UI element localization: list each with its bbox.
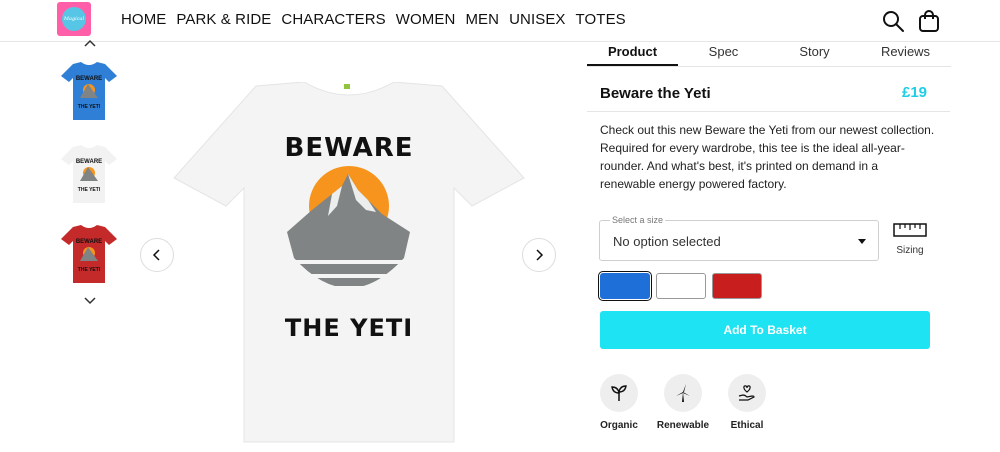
color-swatch-red[interactable] [712, 273, 762, 299]
chevron-left-icon [152, 249, 160, 261]
tab-story[interactable]: Story [769, 42, 860, 66]
badge-ethical-label: Ethical [730, 420, 764, 431]
site-header: Magical HOME PARK & RIDE CHARACTERS WOME… [0, 0, 1000, 42]
thumbs-up-chevron-icon[interactable] [83, 38, 97, 48]
badge-renewable-label: Renewable [656, 420, 710, 431]
main-nav: HOME PARK & RIDE CHARACTERS WOMEN MEN UN… [121, 11, 636, 28]
thumbs-down-chevron-icon[interactable] [83, 296, 97, 306]
divider [587, 111, 950, 112]
tab-spec[interactable]: Spec [678, 42, 769, 66]
sizing-label: Sizing [896, 245, 924, 256]
shopping-bag-icon[interactable] [917, 9, 941, 33]
svg-text:BEWARE: BEWARE [76, 159, 102, 165]
nav-item-home[interactable]: HOME [121, 11, 166, 28]
prev-image-button[interactable] [140, 238, 174, 272]
brand-logo[interactable]: Magical [57, 2, 91, 36]
caret-down-icon [858, 239, 866, 244]
ruler-icon [893, 223, 927, 237]
print-top-text: BEWARE [285, 133, 414, 163]
svg-text:THE YETI: THE YETI [78, 267, 101, 273]
svg-text:BEWARE: BEWARE [76, 76, 102, 82]
size-select[interactable]: Select a size No option selected [599, 215, 879, 261]
tab-product[interactable]: Product [587, 42, 678, 66]
svg-text:THE YETI: THE YETI [78, 187, 101, 193]
nav-item-totes[interactable]: TOTES [576, 11, 626, 28]
size-select-value: No option selected [613, 234, 721, 249]
color-swatch-white[interactable] [656, 273, 706, 299]
print-bottom-text: THE YETI [285, 314, 413, 342]
logo-text: Magical [63, 16, 85, 22]
product-price: £19 [902, 84, 928, 101]
nav-item-park-and-ride[interactable]: PARK & RIDE [176, 11, 271, 28]
size-select-label: Select a size [610, 215, 666, 225]
svg-text:THE YETI: THE YETI [78, 104, 101, 110]
badge-ethical: Ethical [717, 374, 777, 431]
svg-text:BEWARE: BEWARE [76, 239, 102, 245]
color-swatch-blue[interactable] [598, 271, 652, 301]
main-product-image: BEWARE THE YETI [173, 82, 525, 443]
sprout-icon [611, 385, 627, 401]
logo-disc: Magical [62, 7, 86, 31]
badge-renewable: Renewable [653, 374, 713, 431]
nav-item-women[interactable]: WOMEN [396, 11, 456, 28]
add-to-basket-button[interactable]: Add To Basket [600, 311, 930, 349]
heart-hand-icon [738, 385, 755, 401]
nav-item-men[interactable]: MEN [465, 11, 499, 28]
product-description: Check out this new Beware the Yeti from … [600, 123, 935, 191]
badge-organic-label: Organic [600, 420, 638, 431]
wind-turbine-icon [676, 384, 690, 402]
nav-item-characters[interactable]: CHARACTERS [281, 11, 385, 28]
next-image-button[interactable] [522, 238, 556, 272]
thumbnail-white[interactable]: BEWARE THE YETI [59, 143, 119, 205]
thumbnail-blue[interactable]: BEWARE THE YETI [59, 60, 119, 122]
tab-reviews[interactable]: Reviews [860, 42, 951, 66]
search-icon[interactable] [881, 9, 905, 33]
nav-item-unisex[interactable]: UNISEX [509, 11, 565, 28]
thumbnail-red[interactable]: BEWARE THE YETI [59, 223, 119, 285]
product-tabs: Product Spec Story Reviews [587, 42, 951, 67]
product-title: Beware the Yeti [600, 85, 711, 102]
chevron-right-icon [536, 249, 544, 261]
sizing-guide-button[interactable]: Sizing [891, 223, 929, 256]
badge-organic: Organic [589, 374, 649, 431]
